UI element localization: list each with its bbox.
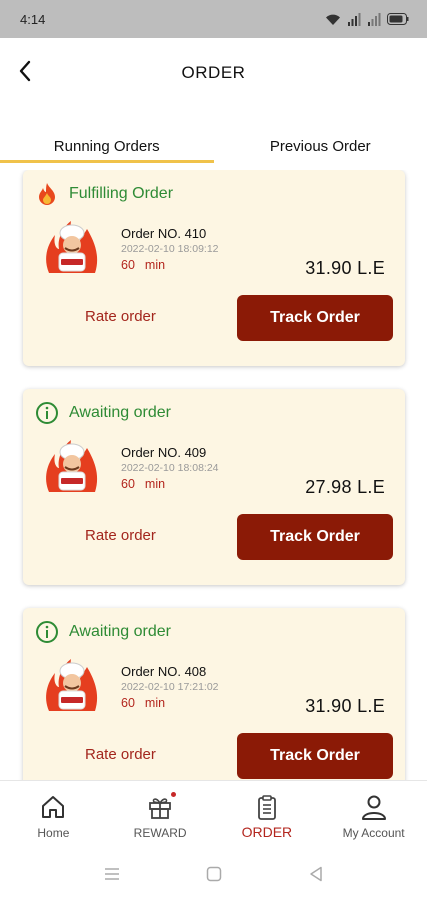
chef-logo xyxy=(41,653,103,717)
order-price: 31.90 L.E xyxy=(305,258,385,278)
back-button[interactable] xyxy=(12,58,38,84)
home-icon xyxy=(38,792,68,822)
signal-icon xyxy=(348,12,361,26)
order-price: 27.98 L.E xyxy=(305,477,385,497)
clipboard-icon xyxy=(252,792,282,822)
order-status: Awaiting order xyxy=(35,401,171,425)
notification-dot xyxy=(170,792,176,797)
fire-icon xyxy=(35,182,59,206)
order-card: Awaiting order Order NO. 409 2022-02-10 … xyxy=(23,389,405,585)
gift-icon xyxy=(145,792,175,822)
triangle-back-icon xyxy=(309,866,322,882)
order-status: Fulfilling Order xyxy=(35,182,173,206)
order-time-unit: min xyxy=(144,696,166,710)
order-status: Awaiting order xyxy=(35,620,171,644)
nav-item-order[interactable]: ORDER xyxy=(214,781,321,848)
status-time: 4:14 xyxy=(20,11,46,27)
app-header: ORDER xyxy=(0,38,427,108)
nav-label-home: Home xyxy=(37,826,70,840)
order-time: 60 min xyxy=(121,477,165,491)
menu-icon xyxy=(104,868,119,880)
order-date: 2022-02-10 18:08:24 xyxy=(121,462,219,474)
order-date: 2022-02-10 18:09:12 xyxy=(121,243,219,255)
back-system-button[interactable] xyxy=(265,866,367,882)
recents-button[interactable] xyxy=(61,867,163,881)
order-card: Awaiting order Order NO. 408 2022-02-10 … xyxy=(23,608,405,780)
order-status-label: Fulfilling Order xyxy=(69,185,174,202)
order-time-value: 60 xyxy=(121,696,135,710)
status-bar: 4:14 xyxy=(0,0,427,38)
user-icon xyxy=(359,792,389,822)
nav-item-home[interactable]: Home xyxy=(0,781,107,848)
order-card: Fulfilling Order Order NO. 410 2022-02-1… xyxy=(23,170,405,366)
order-time-unit: min xyxy=(144,477,166,491)
order-date: 2022-02-10 17:21:02 xyxy=(121,681,219,693)
nav-label-order: ORDER xyxy=(241,824,293,840)
nav-label-reward: REWARD xyxy=(133,826,187,840)
nav-item-reward[interactable]: REWARD xyxy=(107,781,214,848)
bottom-nav: Home REWARD ORDER My Account xyxy=(0,780,427,848)
order-time-value: 60 xyxy=(121,258,135,272)
order-time-unit: min xyxy=(144,258,166,272)
track-order-button[interactable]: Track Order xyxy=(237,733,393,779)
order-number: Order NO. 410 xyxy=(121,226,207,241)
wifi-icon xyxy=(326,14,340,25)
track-order-button[interactable]: Track Order xyxy=(237,295,393,341)
signal-icon-2 xyxy=(368,12,381,26)
square-icon xyxy=(206,866,221,882)
info-icon xyxy=(35,620,59,644)
order-time: 60 min xyxy=(121,258,165,272)
rate-order-button[interactable]: Rate order xyxy=(85,308,156,325)
home-system-button[interactable] xyxy=(163,866,265,882)
battery-icon xyxy=(387,13,409,25)
status-icons xyxy=(325,12,409,26)
info-icon xyxy=(35,401,59,425)
system-nav-bar xyxy=(0,848,427,900)
order-price: 31.90 L.E xyxy=(305,696,385,716)
order-time: 60 min xyxy=(121,696,165,710)
rate-order-button[interactable]: Rate order xyxy=(85,527,156,544)
order-number: Order NO. 409 xyxy=(121,445,207,460)
tab-previous-order[interactable]: Previous Order xyxy=(214,128,427,162)
page-title: ORDER xyxy=(181,63,246,82)
chef-logo xyxy=(41,215,103,279)
orders-list[interactable]: Fulfilling Order Order NO. 410 2022-02-1… xyxy=(0,170,427,780)
tab-running-orders[interactable]: Running Orders xyxy=(0,128,214,163)
chevron-left-icon xyxy=(19,60,31,82)
order-tabs: Running Orders Previous Order xyxy=(0,128,427,163)
order-time-value: 60 xyxy=(121,477,135,491)
order-status-label: Awaiting order xyxy=(69,623,171,640)
chef-logo xyxy=(41,434,103,498)
order-status-label: Awaiting order xyxy=(69,404,171,421)
rate-order-button[interactable]: Rate order xyxy=(85,746,156,763)
nav-item-my-account[interactable]: My Account xyxy=(320,781,427,848)
order-number: Order NO. 408 xyxy=(121,664,207,679)
nav-label-my-account: My Account xyxy=(342,826,405,840)
track-order-button[interactable]: Track Order xyxy=(237,514,393,560)
